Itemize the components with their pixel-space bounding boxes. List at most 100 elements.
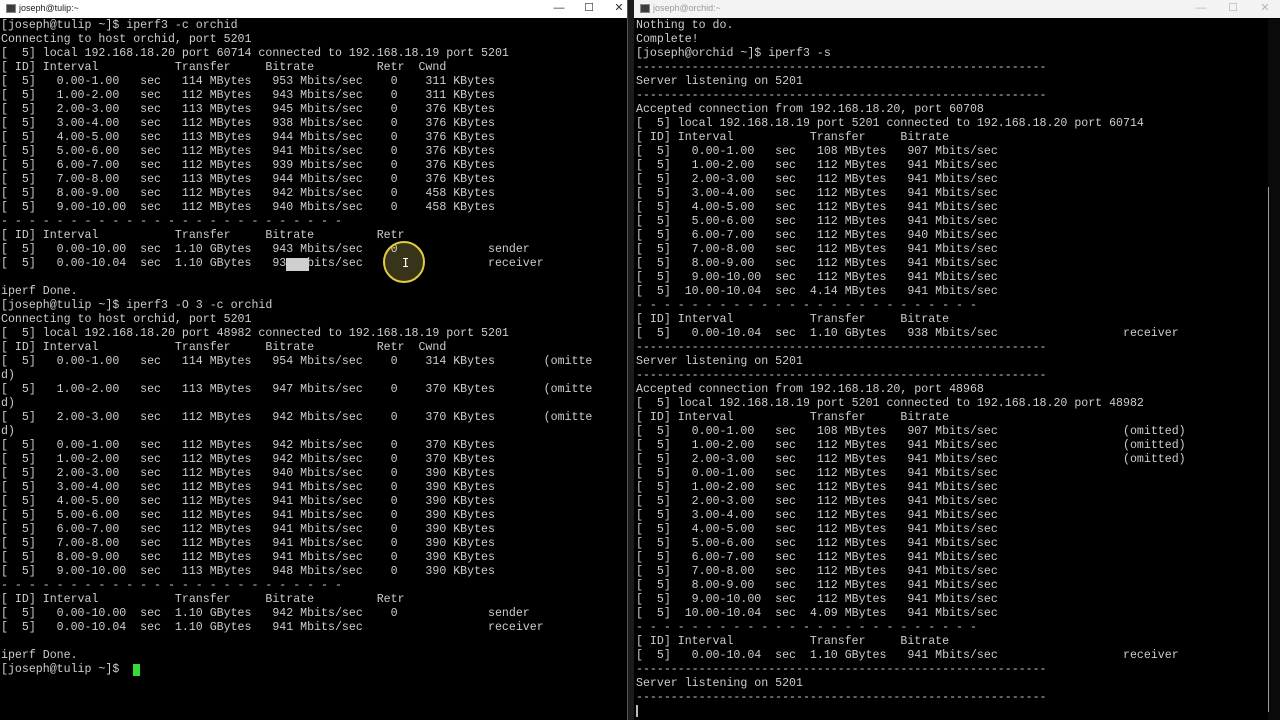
terminal-line: ----------------------------------------… [636, 89, 1047, 102]
terminal-window-tulip[interactable]: joseph@tulip:~ — ☐ ✕ [joseph@tulip ~]$ i… [0, 0, 628, 720]
terminal-line: d) [1, 397, 15, 410]
terminal-line: [ ID] Interval Transfer Bitrate Retr Cwn… [1, 341, 447, 354]
terminal-line: [ 5] 10.00-10.04 sec 4.14 MBytes 941 Mbi… [636, 285, 998, 298]
terminal-line: [ 5] local 192.168.18.20 port 48982 conn… [1, 327, 509, 340]
terminal-line: - - - - - - - - - - - - - - - - - - - - … [1, 579, 342, 592]
text-selection-highlight [286, 258, 309, 271]
title-bar[interactable]: joseph@orchid:~ — ☐ ✕ [634, 0, 1280, 18]
scrollbar-thumb[interactable] [1268, 187, 1269, 712]
terminal-line: [ ID] Interval Transfer Bitrate Retr Cwn… [1, 61, 447, 74]
terminal-line: [joseph@tulip ~]$ iperf3 -c orchid [1, 19, 238, 32]
terminal-line: [ 5] 6.00-7.00 sec 112 MBytes 941 Mbits/… [1, 523, 495, 536]
terminal-line: [ 5] 7.00-8.00 sec 113 MBytes 944 Mbits/… [1, 173, 495, 186]
terminal-line: [ 5] 7.00-8.00 sec 112 MBytes 941 Mbits/… [636, 243, 998, 256]
title-bar[interactable]: joseph@tulip:~ — ☐ ✕ [0, 0, 627, 18]
terminal-line: [ 5] 0.00-1.00 sec 112 MBytes 941 Mbits/… [636, 467, 998, 480]
terminal-line: [ 5] 0.00-10.04 sec 1.10 GBytes 938 Mbit… [636, 327, 1179, 340]
terminal-output[interactable]: Nothing to do. Complete! [joseph@orchid ~]… [636, 19, 1268, 720]
terminal-line: [ 5] 2.00-3.00 sec 112 MBytes 940 Mbits/… [1, 467, 495, 480]
terminal-line: [ 5] 2.00-3.00 sec 112 MBytes 941 Mbits/… [636, 453, 1186, 466]
terminal-line: [ 5] 1.00-2.00 sec 112 MBytes 941 Mbits/… [636, 159, 998, 172]
text-cursor-icon: I [402, 256, 410, 270]
terminal-line: [ 5] 1.00-2.00 sec 112 MBytes 942 Mbits/… [1, 453, 495, 466]
terminal-line: [ 5] 1.00-2.00 sec 112 MBytes 941 Mbits/… [636, 481, 998, 494]
terminal-line: [ 5] 8.00-9.00 sec 112 MBytes 941 Mbits/… [636, 257, 998, 270]
terminal-line: Server listening on 5201 [636, 75, 803, 88]
maximize-icon[interactable]: ☐ [574, 0, 604, 18]
terminal-line: Connecting to host orchid, port 5201 [1, 313, 252, 326]
vertical-scrollbar[interactable] [1268, 19, 1280, 720]
terminal-line: [ 5] 8.00-9.00 sec 112 MBytes 941 Mbits/… [1, 551, 495, 564]
terminal-line: [ 5] 0.00-1.00 sec 112 MBytes 942 Mbits/… [1, 439, 495, 452]
terminal-line: [ 5] 1.00-2.00 sec 113 MBytes 947 Mbits/… [1, 383, 593, 396]
close-icon[interactable]: ✕ [604, 0, 627, 18]
terminal-line: [ 5] 5.00-6.00 sec 112 MBytes 941 Mbits/… [636, 537, 998, 550]
terminal-line: [ ID] Interval Transfer Bitrate [636, 411, 950, 424]
terminal-line: [ 5] 5.00-6.00 sec 112 MBytes 941 Mbits/… [636, 215, 998, 228]
terminal-line: [ 5] 4.00-5.00 sec 113 MBytes 944 Mbits/… [1, 131, 495, 144]
terminal-line: [ 5] 2.00-3.00 sec 112 MBytes 941 Mbits/… [636, 173, 998, 186]
terminal-icon [6, 4, 16, 13]
terminal-line: [ 5] 4.00-5.00 sec 112 MBytes 941 Mbits/… [636, 523, 998, 536]
terminal-line: [ 5] 0.00-1.00 sec 108 MBytes 907 Mbits/… [636, 145, 998, 158]
terminal-line: [ 5] 0.00-1.00 sec 114 MBytes 954 Mbits/… [1, 355, 593, 368]
terminal-line: ----------------------------------------… [636, 369, 1047, 382]
terminal-line: [ 5] local 192.168.18.20 port 60714 conn… [1, 47, 509, 60]
terminal-line: [ ID] Interval Transfer Bitrate [636, 313, 950, 326]
terminal-line: iperf Done. [1, 285, 78, 298]
terminal-line: [ 5] 0.00-1.00 sec 108 MBytes 907 Mbits/… [636, 425, 1186, 438]
terminal-line: [ 5] 9.00-10.00 sec 112 MBytes 940 Mbits… [1, 201, 495, 214]
terminal-line: [ 5] 1.00-2.00 sec 112 MBytes 941 Mbits/… [636, 439, 1186, 452]
terminal-line: [ 5] 6.00-7.00 sec 112 MBytes 941 Mbits/… [636, 551, 998, 564]
terminal-line: [ 5] 0.00-10.00 sec 1.10 GBytes 943 Mbit… [1, 243, 530, 256]
terminal-line: Nothing to do. [636, 19, 734, 32]
window-title: joseph@tulip:~ [19, 3, 79, 13]
terminal-line: [ ID] Interval Transfer Bitrate Retr [1, 593, 405, 606]
maximize-icon[interactable]: ☐ [1218, 0, 1248, 18]
terminal-line: [ 5] 3.00-4.00 sec 112 MBytes 941 Mbits/… [1, 481, 495, 494]
terminal-line: [ 5] 7.00-8.00 sec 112 MBytes 941 Mbits/… [1, 537, 495, 550]
close-icon[interactable]: ✕ [1250, 0, 1280, 18]
terminal-line: [ 5] 7.00-8.00 sec 112 MBytes 941 Mbits/… [636, 565, 998, 578]
terminal-line: Connecting to host orchid, port 5201 [1, 33, 252, 46]
terminal-line: ----------------------------------------… [636, 341, 1047, 354]
horizontal-scroll-marker [636, 705, 644, 717]
terminal-line: - - - - - - - - - - - - - - - - - - - - … [1, 215, 342, 228]
terminal-line: [ ID] Interval Transfer Bitrate [636, 131, 950, 144]
terminal-line: [ 5] 3.00-4.00 sec 112 MBytes 941 Mbits/… [636, 187, 998, 200]
terminal-line: [ 5] 6.00-7.00 sec 112 MBytes 940 Mbits/… [636, 229, 998, 242]
terminal-line: [ 5] local 192.168.18.19 port 5201 conne… [636, 117, 1144, 130]
terminal-line: Accepted connection from 192.168.18.20, … [636, 103, 984, 116]
terminal-line: [ 5] 4.00-5.00 sec 112 MBytes 941 Mbits/… [636, 201, 998, 214]
terminal-line: [ 5] 0.00-10.04 sec 1.10 GBytes 938 Mbit… [1, 257, 544, 270]
terminal-window-orchid[interactable]: joseph@orchid:~ — ☐ ✕ Nothing to do. Comp… [634, 0, 1280, 720]
terminal-output[interactable]: [joseph@tulip ~]$ iperf3 -c orchid Connec… [1, 19, 627, 720]
terminal-cursor [133, 664, 140, 676]
terminal-line: Accepted connection from 192.168.18.20, … [636, 383, 984, 396]
terminal-line: Server listening on 5201 [636, 677, 803, 690]
terminal-line: [ 5] 2.00-3.00 sec 112 MBytes 941 Mbits/… [636, 495, 998, 508]
terminal-line: Server listening on 5201 [636, 355, 803, 368]
terminal-line: ----------------------------------------… [636, 663, 1047, 676]
terminal-line: [ 5] 9.00-10.00 sec 112 MBytes 941 Mbits… [636, 271, 998, 284]
terminal-line: [ 5] 0.00-10.04 sec 1.10 GBytes 941 Mbit… [636, 649, 1179, 662]
terminal-line: [ 5] 9.00-10.00 sec 113 MBytes 948 Mbits… [1, 565, 495, 578]
terminal-line: [ 5] 1.00-2.00 sec 112 MBytes 943 Mbits/… [1, 89, 495, 102]
terminal-line: [joseph@tulip ~]$ [1, 663, 127, 676]
terminal-line: [ 5] 0.00-10.00 sec 1.10 GBytes 942 Mbit… [1, 607, 530, 620]
terminal-line: [ 5] 3.00-4.00 sec 112 MBytes 938 Mbits/… [1, 117, 495, 130]
minimize-icon[interactable]: — [544, 0, 574, 18]
terminal-line: [ ID] Interval Transfer Bitrate Retr [1, 229, 405, 242]
terminal-line: [ 5] 8.00-9.00 sec 112 MBytes 941 Mbits/… [636, 579, 998, 592]
terminal-line: [ 5] 10.00-10.04 sec 4.09 MBytes 941 Mbi… [636, 607, 998, 620]
terminal-line: [ ID] Interval Transfer Bitrate [636, 635, 950, 648]
terminal-line: [ 5] 2.00-3.00 sec 113 MBytes 945 Mbits/… [1, 103, 495, 116]
terminal-line: [ 5] 0.00-10.04 sec 1.10 GBytes 941 Mbit… [1, 621, 544, 634]
terminal-line: [joseph@tulip ~]$ iperf3 -O 3 -c orchid [1, 299, 273, 312]
terminal-line: [ 5] local 192.168.18.19 port 5201 conne… [636, 397, 1144, 410]
terminal-line: [ 5] 0.00-1.00 sec 114 MBytes 953 Mbits/… [1, 75, 495, 88]
terminal-line: ----------------------------------------… [636, 61, 1047, 74]
minimize-icon[interactable]: — [1186, 0, 1216, 18]
